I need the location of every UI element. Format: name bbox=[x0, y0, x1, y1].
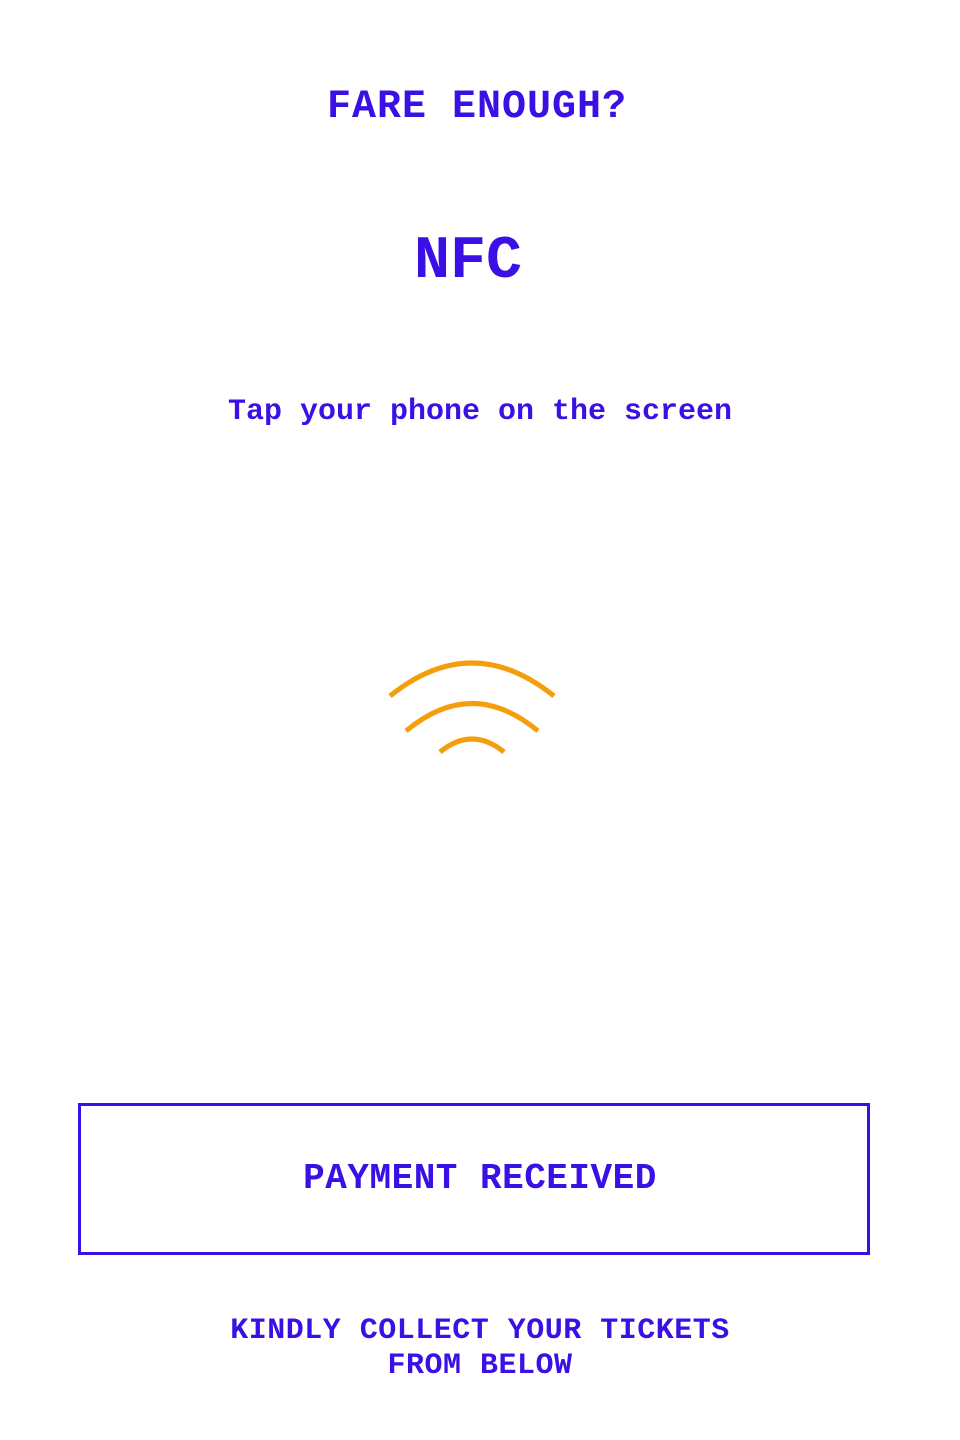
nfc-wave-inner bbox=[438, 736, 506, 754]
collect-tickets-line-1: KINDLY COLLECT YOUR TICKETS bbox=[230, 1314, 730, 1348]
app-title: FARE ENOUGH? bbox=[326, 85, 628, 130]
payment-status-label: PAYMENT RECEIVED bbox=[303, 1158, 657, 1199]
nfc-signal-icon bbox=[388, 660, 556, 754]
collect-tickets-line-2: FROM BELOW bbox=[387, 1349, 573, 1383]
payment-instruction: Tap your phone on the screen bbox=[227, 395, 733, 429]
nfc-wave-middle bbox=[404, 701, 540, 733]
nfc-wave-outer bbox=[388, 660, 556, 698]
payment-status-box: PAYMENT RECEIVED bbox=[78, 1103, 870, 1255]
payment-method-title: NFC bbox=[413, 228, 523, 296]
collect-tickets-note: KINDLY COLLECT YOUR TICKETS FROM BELOW bbox=[0, 1314, 960, 1384]
